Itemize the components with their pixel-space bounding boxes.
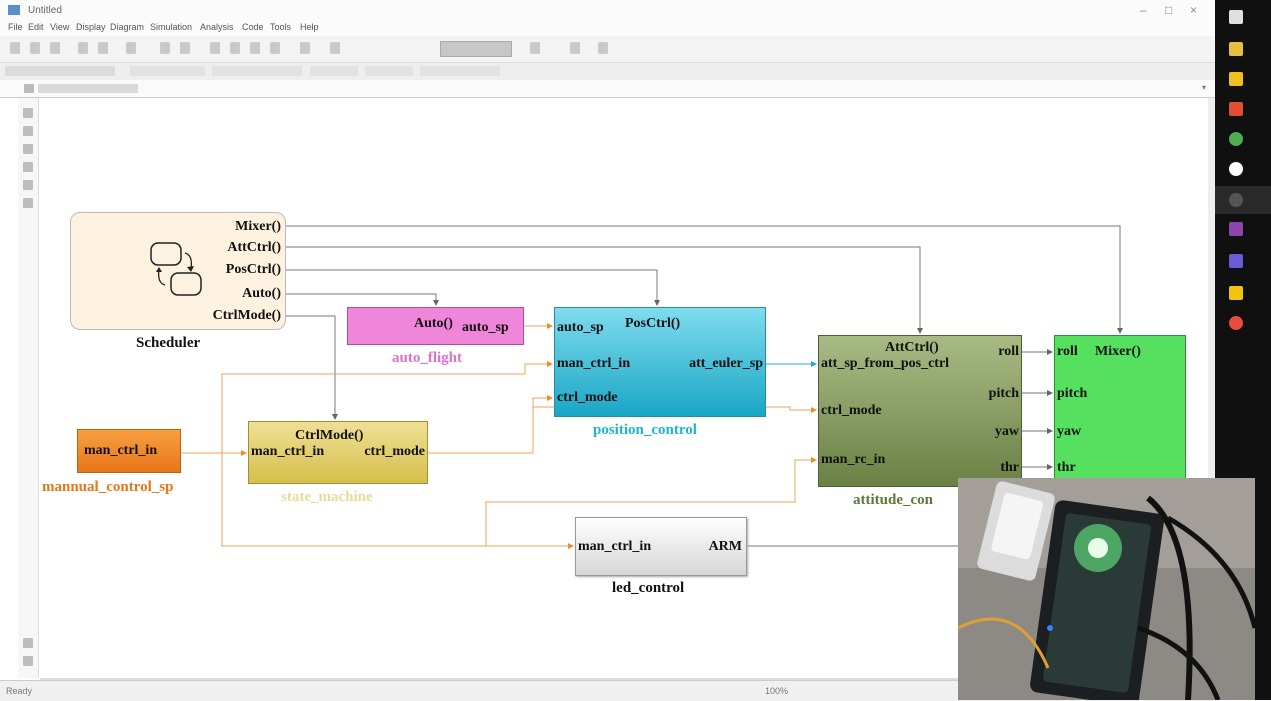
led-control-label: led_control [612, 580, 685, 596]
scheduler-port-ctrlmode: CtrlMode() [212, 308, 281, 323]
scheduler-port-auto: Auto() [242, 286, 281, 301]
attitude-control-block[interactable]: AttCtrl() att_sp_from_pos_ctrl ctrl_mode… [818, 335, 1022, 487]
firefox-icon[interactable] [1229, 316, 1243, 330]
webcam-overlay [958, 478, 1255, 700]
auto-flight-out-port: auto_sp [462, 320, 509, 335]
state-machine-out-port: ctrl_mode [364, 444, 425, 459]
mixer-in-yaw: yaw [1057, 424, 1082, 439]
camera-icon[interactable] [1229, 193, 1243, 207]
attitude-control-out-yaw: yaw [994, 424, 1019, 439]
led-control-block[interactable]: man_ctrl_in ARM [575, 517, 747, 576]
scheduler-port-attctrl: AttCtrl() [227, 240, 281, 255]
scheduler-label: Scheduler [136, 335, 201, 351]
auto-flight-block[interactable]: Auto() auto_sp [347, 307, 524, 345]
scheduler-block[interactable]: Mixer() AttCtrl() PosCtrl() Auto() CtrlM… [70, 212, 286, 330]
scheduler-port-mixer: Mixer() [235, 219, 281, 234]
onenote-icon[interactable] [1229, 222, 1243, 236]
attitude-control-label: attitude_con [853, 492, 933, 508]
mixer-block[interactable]: Mixer() roll pitch yaw thr [1054, 335, 1186, 487]
position-control-trigger: PosCtrl() [625, 316, 681, 331]
position-control-in-man-ctrl: man_ctrl_in [557, 356, 631, 371]
attitude-control-out-roll: roll [998, 344, 1019, 359]
mixer-trigger: Mixer() [1095, 344, 1141, 359]
app-icon-purple[interactable] [1229, 254, 1243, 268]
start-icon[interactable] [1229, 10, 1243, 24]
state-machine-trigger: CtrlMode() [295, 428, 364, 443]
mixer-in-thr: thr [1057, 460, 1076, 475]
attitude-control-in-man-rc: man_rc_in [821, 452, 886, 467]
state-machine-in-port: man_ctrl_in [251, 444, 325, 459]
attitude-control-trigger: AttCtrl() [885, 340, 939, 355]
mixer-in-pitch: pitch [1057, 386, 1088, 401]
position-control-out-att-euler-sp: att_euler_sp [689, 356, 763, 371]
position-control-label: position_control [593, 422, 697, 438]
state-machine-block[interactable]: CtrlMode() man_ctrl_in ctrl_mode [248, 421, 428, 484]
attitude-control-out-thr: thr [1000, 460, 1019, 475]
notes-icon[interactable] [1229, 72, 1243, 86]
led-control-out-port: ARM [708, 539, 742, 554]
state-machine-label: state_machine [281, 489, 373, 505]
led-control-in-port: man_ctrl_in [578, 539, 652, 554]
auto-flight-trigger: Auto() [414, 316, 453, 331]
zoom-level: 100% [765, 686, 789, 696]
mixer-in-roll: roll [1057, 344, 1078, 359]
obs-icon[interactable] [1229, 162, 1243, 176]
hardware-photo [958, 478, 1255, 700]
chrome-icon[interactable] [1229, 132, 1243, 146]
position-control-in-ctrl-mode: ctrl_mode [557, 390, 618, 405]
manual-control-label: mannual_control_sp [42, 479, 174, 495]
sticky-notes-icon[interactable] [1229, 286, 1243, 300]
scheduler-port-posctrl: PosCtrl() [225, 262, 281, 277]
manual-control-port: man_ctrl_in [84, 443, 158, 458]
file-explorer-icon[interactable] [1229, 42, 1243, 56]
attitude-control-in-att-sp: att_sp_from_pos_ctrl [821, 356, 950, 371]
manual-control-block[interactable]: man_ctrl_in [77, 429, 181, 473]
matlab-icon[interactable] [1229, 102, 1243, 116]
position-control-in-auto-sp: auto_sp [557, 320, 604, 335]
status-text: Ready [6, 686, 33, 696]
attitude-control-out-pitch: pitch [988, 386, 1019, 401]
auto-flight-label: auto_flight [392, 350, 463, 366]
active-app-highlight [1215, 186, 1271, 214]
position-control-block[interactable]: PosCtrl() auto_sp man_ctrl_in ctrl_mode … [554, 307, 766, 417]
attitude-control-in-ctrl-mode: ctrl_mode [821, 403, 882, 418]
stateflow-chart-icon [150, 242, 202, 296]
